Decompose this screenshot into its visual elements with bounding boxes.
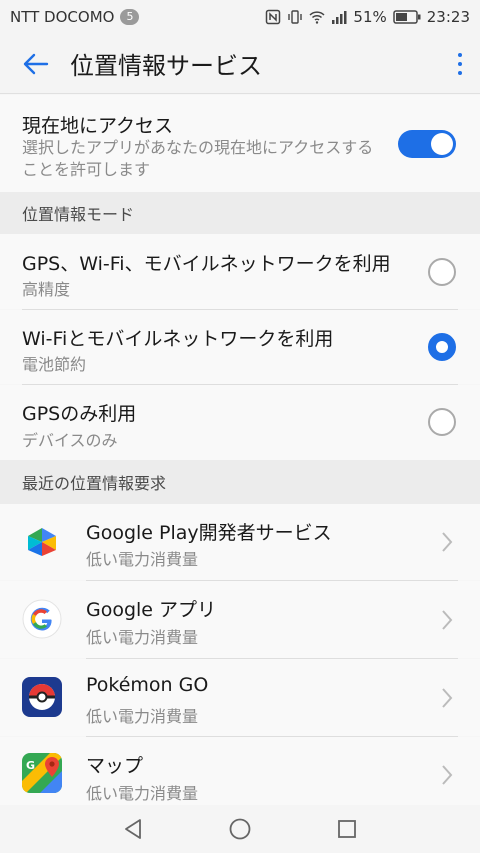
mode-option-device-only[interactable]: GPSのみ利用 デバイスのみ	[0, 385, 480, 460]
clock: 23:23	[426, 8, 470, 26]
app-bar: 位置情報サービス	[0, 34, 480, 94]
nfc-icon	[266, 9, 281, 25]
app-name: マップ	[86, 755, 144, 777]
location-access-title: 現在地にアクセス	[22, 115, 174, 137]
app-usage: 低い電力消費量	[86, 707, 199, 726]
overflow-menu-button[interactable]	[440, 34, 480, 94]
mode-section-header: 位置情報モード	[0, 192, 480, 234]
app-usage: 低い電力消費量	[86, 550, 199, 569]
chevron-right-icon	[442, 688, 453, 708]
page-title: 位置情報サービス	[70, 52, 262, 80]
app-usage: 低い電力消費量	[86, 628, 199, 647]
mode-option-battery-saving[interactable]: Wi-Fiとモバイルネットワークを利用 電池節約	[0, 310, 480, 384]
status-icons: 51% 23:23	[265, 8, 470, 26]
recent-section-header: 最近の位置情報要求	[0, 460, 480, 504]
app-name: Google アプリ	[86, 599, 217, 621]
recent-app-google[interactable]: Google アプリ 低い電力消費量	[0, 581, 480, 658]
app-name: Pokémon GO	[86, 674, 209, 696]
vibrate-icon	[288, 10, 303, 24]
mode-radio-high-accuracy[interactable]	[428, 258, 456, 286]
mode-option-title: GPS、Wi-Fi、モバイルネットワークを利用	[22, 253, 391, 275]
location-access-toggle[interactable]	[398, 130, 456, 158]
wifi-icon	[309, 11, 325, 24]
back-nav-button[interactable]	[121, 817, 145, 841]
chevron-right-icon	[442, 765, 453, 785]
location-access-row[interactable]: 現在地にアクセス 選択したアプリがあなたの現在地にアクセスすることを許可します	[0, 95, 480, 192]
app-name: Google Play開発者サービス	[86, 522, 332, 544]
mode-option-title: Wi-Fiとモバイルネットワークを利用	[22, 328, 334, 350]
notification-count-badge: 5	[120, 9, 140, 25]
battery-icon	[393, 10, 421, 24]
mode-option-high-accuracy[interactable]: GPS、Wi-Fi、モバイルネットワークを利用 高精度	[0, 234, 480, 309]
google-maps-icon: G	[22, 753, 62, 793]
mode-option-sub: 高精度	[22, 280, 71, 299]
back-arrow-icon	[23, 53, 49, 74]
mode-option-title: GPSのみ利用	[22, 403, 137, 425]
chevron-right-icon	[442, 532, 453, 552]
mode-option-sub: 電池節約	[22, 355, 87, 374]
svg-text:G: G	[26, 759, 35, 772]
pokeball-icon	[22, 677, 62, 717]
recent-app-maps[interactable]: G マップ 低い電力消費量	[0, 737, 480, 805]
app-usage: 低い電力消費量	[86, 784, 199, 803]
mode-radio-battery-saving[interactable]	[428, 333, 456, 361]
recents-nav-button[interactable]	[335, 817, 359, 841]
carrier-info: NTT DOCOMO 5	[10, 8, 140, 26]
mode-option-sub: デバイスのみ	[22, 431, 118, 450]
home-nav-button[interactable]	[228, 817, 252, 841]
signal-icon	[332, 11, 347, 24]
google-play-services-icon	[28, 528, 56, 556]
google-g-icon	[22, 599, 62, 639]
battery-percent: 51%	[353, 8, 387, 26]
mode-radio-device-only[interactable]	[428, 408, 456, 436]
back-button[interactable]	[0, 34, 70, 94]
recent-app-pokemon-go[interactable]: Pokémon GO 低い電力消費量	[0, 659, 480, 736]
navigation-bar	[0, 805, 480, 853]
recent-app-play-services[interactable]: Google Play開発者サービス 低い電力消費量	[0, 504, 480, 580]
chevron-right-icon	[442, 610, 453, 630]
location-access-desc: 選択したアプリがあなたの現在地にアクセスすることを許可します	[22, 138, 374, 179]
carrier-name: NTT DOCOMO	[10, 8, 115, 26]
more-vertical-icon	[458, 52, 462, 57]
status-bar: NTT DOCOMO 5 51% 23:23	[0, 0, 480, 34]
